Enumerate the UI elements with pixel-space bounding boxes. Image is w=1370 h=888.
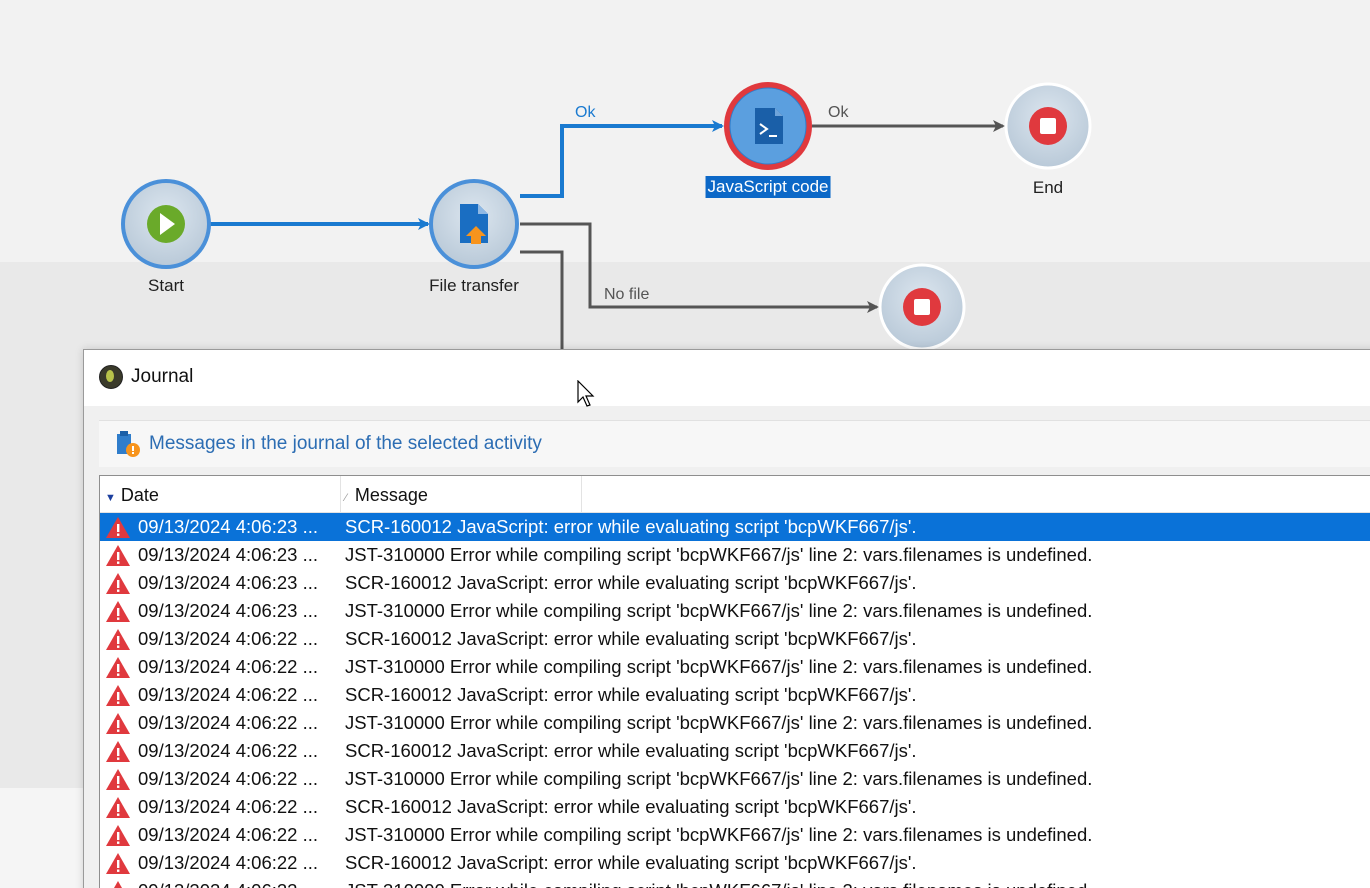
row-date: 09/13/2024 4:06:23 ...	[138, 572, 319, 593]
journal-rows: 09/13/2024 4:06:23 ... SCR-160012 JavaSc…	[100, 513, 1370, 888]
row-message: SCR-160012 JavaScript: error while evalu…	[345, 684, 917, 705]
warning-icon	[106, 545, 130, 566]
row-message: SCR-160012 JavaScript: error while evalu…	[345, 796, 917, 817]
table-row[interactable]: 09/13/2024 4:06:23 ... JST-310000 Error …	[100, 597, 1370, 625]
workflow-canvas[interactable]: Start File transfer JavaScript code End …	[0, 0, 1370, 888]
end-label: End	[1032, 178, 1064, 197]
script-icon	[755, 108, 783, 144]
table-row[interactable]: 09/13/2024 4:06:22 ... JST-310000 Error …	[100, 821, 1370, 849]
warning-icon	[106, 825, 130, 846]
start-node	[121, 179, 211, 269]
warning-icon	[106, 601, 130, 622]
journal-info-icon	[117, 431, 140, 457]
file-upload-icon	[460, 204, 488, 244]
edge-label-ok-1: Ok	[575, 104, 596, 121]
warning-icon	[106, 713, 130, 734]
edge-label-ok-2: Ok	[828, 104, 849, 121]
table-row[interactable]: 09/13/2024 4:06:23 ... SCR-160012 JavaSc…	[100, 513, 1370, 541]
end-node	[1004, 82, 1092, 170]
grid-header: ▼ Date ⁄ Message	[100, 476, 1370, 513]
sort-desc-icon: ▼	[105, 492, 116, 504]
no-file-end-node	[878, 263, 966, 351]
row-message: JST-310000 Error while compiling script …	[345, 656, 1093, 677]
start-label: Start	[148, 276, 184, 295]
column-message-label: Message	[354, 485, 428, 505]
row-date: 09/13/2024 4:06:23 ...	[138, 600, 319, 621]
warning-icon	[106, 657, 130, 678]
row-message: JST-310000 Error while compiling script …	[345, 880, 1092, 888]
row-date: 09/13/2024 4:06:23 ...	[138, 516, 319, 537]
journal-window[interactable]: Journal Messages in the journal of the s…	[83, 349, 1370, 888]
row-message: JST-310000 Error while compiling script …	[345, 544, 1093, 565]
warning-icon	[106, 853, 130, 874]
app-logo-icon	[99, 365, 123, 389]
table-row[interactable]: 09/13/2024 4:06:22 ... JST-310000 Error …	[100, 765, 1370, 793]
edge-filetransfer-ok	[520, 120, 724, 198]
row-date: 09/13/2024 4:06:22 ...	[138, 684, 319, 705]
warning-icon	[106, 629, 130, 650]
row-message: JST-310000 Error while compiling script …	[345, 600, 1093, 621]
row-date: 09/13/2024 4:06:22 ...	[138, 628, 319, 649]
row-date: 09/13/2024 4:06:22 ...	[138, 712, 319, 733]
row-date: 09/13/2024 4:06:22 ...	[138, 768, 319, 789]
table-row[interactable]: 09/13/2024 4:06:23 ... JST-310000 Error …	[100, 541, 1370, 569]
row-message: SCR-160012 JavaScript: error while evalu…	[345, 852, 917, 873]
table-row[interactable]: 09/13/2024 4:06:22 ... JST-310000 Error …	[100, 709, 1370, 737]
row-message: JST-310000 Error while compiling script …	[345, 712, 1093, 733]
warning-icon	[106, 517, 130, 538]
journal-grid[interactable]: ▼ Date ⁄ Message 09/13/2024 4:06:23 ... SC…	[99, 475, 1370, 888]
row-message: SCR-160012 JavaScript: error while evalu…	[345, 740, 917, 761]
row-date: 09/13/2024 4:06:22 ...	[138, 796, 319, 817]
javascript-node	[724, 82, 812, 170]
row-date: 09/13/2024 4:06:22 ...	[138, 824, 319, 845]
javascript-code-label[interactable]: JavaScript code	[705, 176, 831, 198]
journal-subheader-text: Messages in the journal of the selected …	[149, 433, 542, 454]
table-row[interactable]: 09/13/2024 4:06:22 ... JST-310000 Error …	[100, 653, 1370, 681]
mouse-cursor-icon	[577, 380, 595, 407]
table-row[interactable]: 09/13/2024 4:06:22 ... JST-310000 Error …	[100, 877, 1370, 888]
row-date: 09/13/2024 4:06:22 ...	[138, 880, 318, 888]
column-header-date[interactable]: ▼ Date	[100, 476, 341, 512]
table-row[interactable]: 09/13/2024 4:06:23 ... SCR-160012 JavaSc…	[100, 569, 1370, 597]
file-transfer-label: File transfer	[429, 276, 519, 295]
warning-icon	[114, 881, 122, 888]
row-message: SCR-160012 JavaScript: error while evalu…	[345, 572, 917, 593]
table-row[interactable]: 09/13/2024 4:06:22 ... SCR-160012 JavaSc…	[100, 849, 1370, 877]
edge-label-no-file: No file	[604, 286, 650, 303]
journal-title: Journal	[131, 366, 194, 387]
row-date: 09/13/2024 4:06:22 ...	[138, 656, 319, 677]
edge-filetransfer-down	[520, 250, 564, 352]
row-message: JST-310000 Error while compiling script …	[345, 824, 1093, 845]
warning-icon	[106, 573, 130, 594]
row-date: 09/13/2024 4:06:23 ...	[138, 544, 319, 565]
column-header-message[interactable]: ⁄ Message	[341, 476, 582, 512]
table-row[interactable]: 09/13/2024 4:06:22 ... SCR-160012 JavaSc…	[100, 681, 1370, 709]
row-message: SCR-160012 JavaScript: error while evalu…	[345, 516, 917, 537]
row-date: 09/13/2024 4:06:22 ...	[138, 852, 319, 873]
table-row[interactable]: 09/13/2024 4:06:22 ... SCR-160012 JavaSc…	[100, 793, 1370, 821]
row-message: SCR-160012 JavaScript: error while evalu…	[345, 628, 917, 649]
row-message: JST-310000 Error while compiling script …	[345, 768, 1093, 789]
warning-icon	[106, 797, 130, 818]
table-row[interactable]: 09/13/2024 4:06:22 ... SCR-160012 JavaSc…	[100, 737, 1370, 765]
table-row[interactable]: 09/13/2024 4:06:22 ... SCR-160012 JavaSc…	[100, 625, 1370, 653]
warning-icon	[106, 685, 130, 706]
column-resize-icon: ⁄	[345, 492, 347, 504]
edge-no-file	[520, 222, 879, 313]
journal-subheader: Messages in the journal of the selected …	[99, 420, 1370, 467]
column-date-label: Date	[120, 485, 159, 505]
file-transfer-node	[429, 179, 519, 269]
journal-titlebar[interactable]: Journal	[84, 350, 1370, 406]
warning-icon	[106, 741, 130, 762]
row-date: 09/13/2024 4:06:22 ...	[138, 740, 319, 761]
warning-icon	[106, 769, 130, 790]
